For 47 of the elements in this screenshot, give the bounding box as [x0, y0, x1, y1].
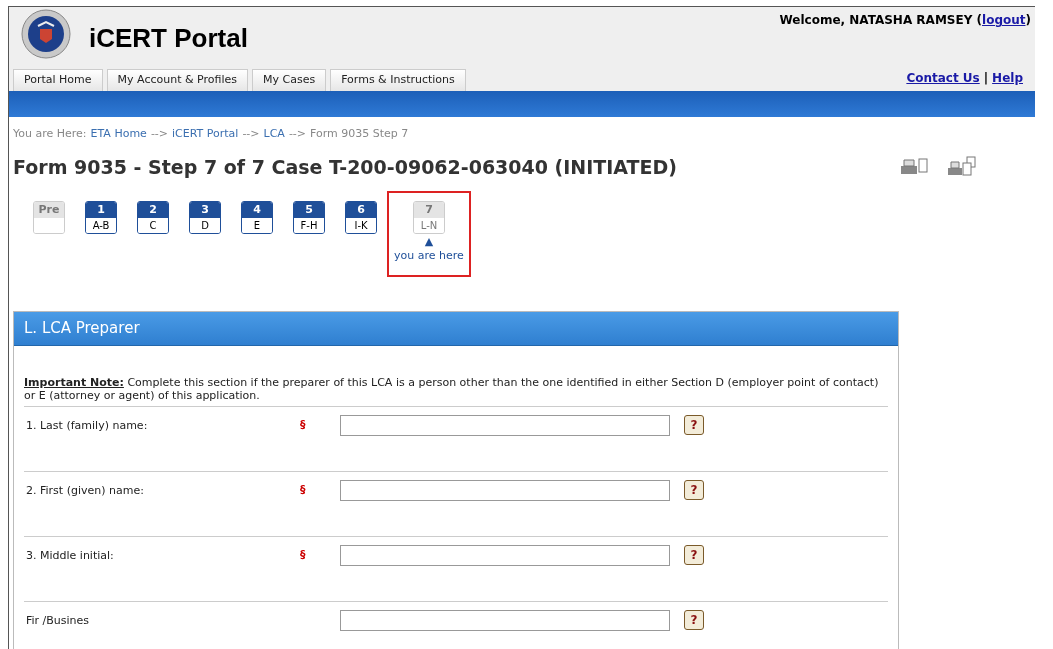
current-step-marker: ▲	[424, 236, 434, 248]
logout-link[interactable]: logout	[982, 13, 1026, 27]
step-button[interactable]: 4 E	[241, 201, 273, 234]
top-link[interactable]: Contact Us	[906, 69, 980, 87]
field-label: 2. First (given) name:	[25, 483, 145, 499]
welcome-text: Welcome, NATASHA RAMSEY (logout)	[779, 12, 1031, 29]
field-label: Fir /Busines	[25, 613, 91, 629]
help-button[interactable]: ?	[684, 545, 704, 565]
breadcrumb-separator: -->	[288, 126, 307, 142]
top-link[interactable]: Help	[992, 69, 1023, 87]
current-step-label: you are here	[394, 248, 464, 264]
field-label: 1. Last (family) name:	[25, 418, 149, 434]
help-button[interactable]: ?	[684, 415, 704, 435]
breadcrumb-link[interactable]: ETA Home	[90, 126, 147, 143]
nav-tab[interactable]: Portal Home	[13, 69, 103, 91]
step-button[interactable]: 2 C	[137, 201, 169, 234]
portal-title: iCERT Portal	[89, 22, 248, 55]
help-button[interactable]: ?	[684, 610, 704, 630]
step-button[interactable]: 5 F-H	[293, 201, 325, 234]
nav-tab[interactable]: Forms & Instructions	[330, 69, 466, 91]
breadcrumb-text: You are Here:	[13, 126, 87, 142]
required-mark: §	[300, 482, 307, 498]
section-header: L. LCA Preparer	[14, 312, 898, 346]
step-button[interactable]: 6 I-K	[345, 201, 377, 234]
breadcrumb-text: Form 9035 Step 7	[310, 126, 409, 142]
help-button[interactable]: ?	[684, 480, 704, 500]
text-field[interactable]	[340, 545, 670, 566]
text-field[interactable]	[340, 610, 670, 631]
step-button[interactable]: 7 L-N	[413, 201, 445, 234]
breadcrumb-link[interactable]: LCA	[263, 126, 285, 143]
required-mark: §	[300, 547, 307, 563]
link-separator: |	[983, 70, 989, 87]
note-text: Important Note: Complete this section if the preparer of this LCA is a person other than the one identified in either Section D (employer point of contact) or E (attorney or agent) of this application.	[24, 376, 888, 407]
step-button[interactable]: 1 A-B	[85, 201, 117, 234]
breadcrumb-separator: -->	[150, 126, 169, 142]
nav-tab[interactable]: My Account & Profiles	[106, 69, 248, 91]
breadcrumb-separator: -->	[242, 126, 260, 142]
nav-tab[interactable]: My Cases	[252, 69, 327, 91]
print-all-icon[interactable]	[947, 155, 977, 178]
text-field[interactable]	[340, 480, 670, 501]
required-mark: §	[300, 417, 307, 433]
field-label: 3. Middle initial:	[25, 548, 115, 564]
page-title: Form 9035 - Step 7 of 7 Case T-200-09062-063040 (INITIATED)	[13, 154, 677, 180]
breadcrumb-link[interactable]: iCERT Portal	[172, 126, 239, 143]
text-field[interactable]	[340, 415, 670, 436]
step-button[interactable]: 3 D	[189, 201, 221, 234]
step-button[interactable]: Pre	[33, 201, 65, 234]
